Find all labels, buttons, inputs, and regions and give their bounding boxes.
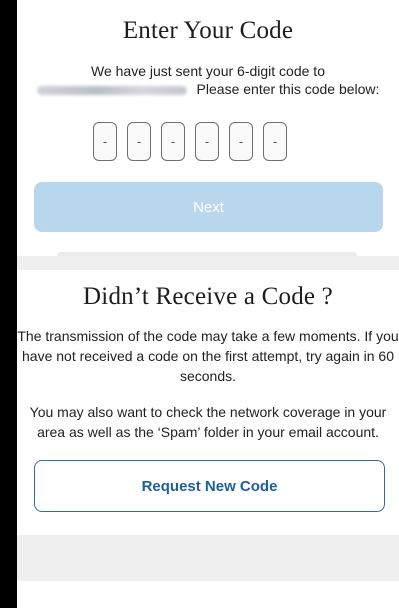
- next-button[interactable]: Next: [34, 182, 383, 232]
- section-divider: [17, 256, 399, 270]
- request-new-code-button[interactable]: Request New Code: [34, 460, 385, 512]
- transmission-info-text: The transmission of the code may take a …: [17, 328, 399, 384]
- code-digit-6[interactable]: -: [263, 122, 287, 161]
- enter-code-instruction: Please enter this code below:: [196, 81, 380, 97]
- verification-screen: Enter Your Code We have just sent your 6…: [17, 0, 399, 608]
- code-digit-3[interactable]: -: [161, 122, 185, 161]
- redacted-email: [36, 85, 187, 95]
- code-digit-2[interactable]: -: [127, 122, 151, 161]
- code-sent-text: We have just sent your 6-digit code to: [91, 63, 325, 79]
- bottom-divider: [17, 535, 399, 581]
- enter-code-title: Enter Your Code: [122, 17, 294, 44]
- code-input-row: - - - - - -: [93, 122, 287, 161]
- code-digit-4[interactable]: -: [195, 122, 219, 161]
- code-digit-5[interactable]: -: [229, 122, 253, 161]
- didnt-receive-title: Didn’t Receive a Code ?: [83, 283, 333, 310]
- code-sent-line2: Please enter this code below:: [17, 80, 399, 98]
- code-digit-1[interactable]: -: [93, 122, 117, 161]
- network-coverage-text: You may also want to check the network c…: [29, 404, 387, 440]
